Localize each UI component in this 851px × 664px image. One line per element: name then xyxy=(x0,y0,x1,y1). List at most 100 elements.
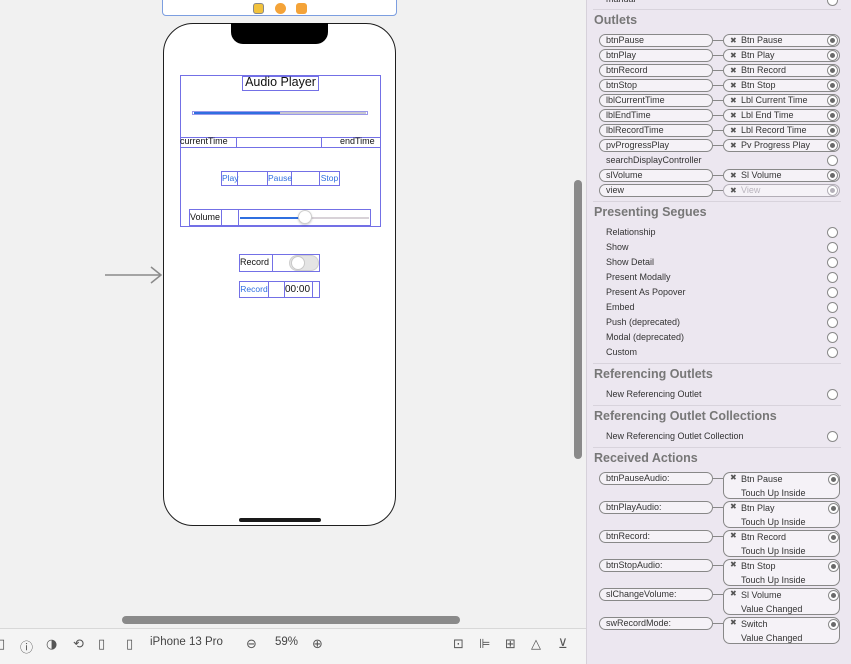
connection-circle-icon[interactable] xyxy=(828,561,839,572)
outlet-target[interactable]: ✖ Lbl Current Time xyxy=(723,94,840,107)
remove-connection-icon[interactable]: ✖ xyxy=(730,80,737,91)
remove-connection-icon[interactable]: ✖ xyxy=(730,589,737,598)
resolve-issues-icon[interactable]: △ xyxy=(531,637,541,652)
device-icon[interactable]: ▯ xyxy=(126,637,133,652)
connection-circle-icon[interactable] xyxy=(827,155,838,166)
connection-circle-icon[interactable] xyxy=(827,347,838,358)
zoom-in-icon[interactable]: ⊕ xyxy=(312,637,323,652)
device-name[interactable]: iPhone 13 Pro xyxy=(150,636,223,648)
connection-circle-icon[interactable] xyxy=(827,317,838,328)
action-target[interactable]: ✖ Btn Stop Touch Up Inside xyxy=(723,559,840,586)
iphone-scene[interactable]: Audio Player currentTime endTime Play Pa… xyxy=(163,23,396,526)
record-button[interactable]: Record xyxy=(239,281,269,298)
connection-circle-icon[interactable] xyxy=(827,431,838,442)
connection-circle-icon[interactable] xyxy=(827,125,838,136)
remove-connection-icon[interactable]: ✖ xyxy=(730,35,737,46)
orientation-icon[interactable]: ⟲ xyxy=(73,637,84,652)
outlet-target[interactable]: ✖ Btn Stop xyxy=(723,79,840,92)
connection-circle-icon[interactable] xyxy=(827,227,838,238)
remove-connection-icon[interactable]: ✖ xyxy=(730,618,737,627)
connection-circle-icon[interactable] xyxy=(827,332,838,343)
connection-circle-icon[interactable] xyxy=(828,532,839,543)
action-name[interactable]: btnRecord: xyxy=(599,530,713,543)
connection-circle-icon[interactable] xyxy=(827,80,838,91)
remove-connection-icon[interactable]: ✖ xyxy=(730,170,737,181)
storyboard-canvas[interactable]: Audio Player currentTime endTime Play Pa… xyxy=(0,0,586,664)
connection-circle-icon[interactable] xyxy=(827,287,838,298)
remove-connection-icon[interactable]: ✖ xyxy=(730,473,737,482)
remove-connection-icon[interactable]: ✖ xyxy=(730,125,737,136)
remove-connection-icon[interactable]: ✖ xyxy=(730,110,737,121)
connection-circle-icon[interactable] xyxy=(827,65,838,76)
outlet-name[interactable]: pvProgressPlay xyxy=(599,139,713,152)
first-responder-icon[interactable] xyxy=(275,3,286,14)
remove-connection-icon[interactable]: ✖ xyxy=(730,560,737,569)
exit-icon[interactable] xyxy=(296,3,307,14)
update-frames-icon[interactable]: ⊡ xyxy=(453,637,464,652)
play-button[interactable]: Play xyxy=(221,171,239,186)
connection-circle-icon[interactable] xyxy=(828,619,839,630)
connection-circle-icon[interactable] xyxy=(827,302,838,313)
remove-connection-icon[interactable]: ✖ xyxy=(730,95,737,106)
action-target[interactable]: ✖ Sl Volume Value Changed xyxy=(723,588,840,615)
outlet-target[interactable]: ✖ Lbl Record Time xyxy=(723,124,840,137)
connection-circle-icon[interactable] xyxy=(827,257,838,268)
outlet-target[interactable]: ✖ Sl Volume xyxy=(723,169,840,182)
outlet-name[interactable]: slVolume xyxy=(599,169,713,182)
outlet-name[interactable]: btnPlay xyxy=(599,49,713,62)
action-target[interactable]: ✖ Btn Pause Touch Up Inside xyxy=(723,472,840,499)
stop-button[interactable]: Stop xyxy=(319,171,340,186)
align-icon[interactable]: ⊫ xyxy=(479,637,490,652)
truncated-top-circle[interactable] xyxy=(827,0,838,6)
connection-circle-icon[interactable] xyxy=(827,50,838,61)
remove-connection-icon[interactable]: ✖ xyxy=(730,185,737,196)
remove-connection-icon[interactable]: ✖ xyxy=(730,65,737,76)
appearance-icon[interactable]: ◑ xyxy=(46,637,57,652)
zoom-out-icon[interactable]: ⊖ xyxy=(246,637,257,652)
size-class-icon[interactable]: ▯ xyxy=(98,637,105,652)
outlet-name[interactable]: lblRecordTime xyxy=(599,124,713,137)
action-name[interactable]: btnPauseAudio: xyxy=(599,472,713,485)
outlet-target[interactable]: ✖ View xyxy=(723,184,840,197)
accessibility-icon[interactable]: ⓘ xyxy=(20,637,33,656)
outlet-name[interactable]: lblEndTime xyxy=(599,109,713,122)
pause-button[interactable]: Pause xyxy=(267,171,292,186)
remove-connection-icon[interactable]: ✖ xyxy=(730,140,737,151)
action-target[interactable]: ✖ Btn Play Touch Up Inside xyxy=(723,501,840,528)
record-mode-switch[interactable] xyxy=(289,255,319,271)
embed-in-icon[interactable]: ⊻ xyxy=(558,637,568,652)
outlet-target[interactable]: ✖ Btn Pause xyxy=(723,34,840,47)
outlet-target[interactable]: ✖ Btn Record xyxy=(723,64,840,77)
action-name[interactable]: btnStopAudio: xyxy=(599,559,713,572)
volume-slider-thumb[interactable] xyxy=(297,210,312,224)
connection-circle-icon[interactable] xyxy=(827,272,838,283)
remove-connection-icon[interactable]: ✖ xyxy=(730,531,737,540)
outlet-target[interactable]: ✖ Pv Progress Play xyxy=(723,139,840,152)
connection-circle-icon[interactable] xyxy=(828,590,839,601)
view-controller-icon[interactable] xyxy=(253,3,264,14)
outlet-name[interactable]: btnPause xyxy=(599,34,713,47)
outlet-target[interactable]: ✖ Btn Play xyxy=(723,49,840,62)
connection-circle-icon[interactable] xyxy=(827,95,838,106)
document-outline-icon[interactable]: ▯ xyxy=(0,637,5,652)
connection-circle-icon[interactable] xyxy=(827,389,838,400)
connection-circle-icon[interactable] xyxy=(827,185,838,196)
remove-connection-icon[interactable]: ✖ xyxy=(730,502,737,511)
action-name[interactable]: btnPlayAudio: xyxy=(599,501,713,514)
add-constraints-icon[interactable]: ⊞ xyxy=(505,637,516,652)
connection-circle-icon[interactable] xyxy=(827,35,838,46)
connection-circle-icon[interactable] xyxy=(827,170,838,181)
zoom-level[interactable]: 59% xyxy=(275,636,298,648)
outlet-name[interactable]: btnRecord xyxy=(599,64,713,77)
connection-circle-icon[interactable] xyxy=(828,474,839,485)
action-name[interactable]: slChangeVolume: xyxy=(599,588,713,601)
outlet-target[interactable]: ✖ Lbl End Time xyxy=(723,109,840,122)
outlet-name[interactable]: view xyxy=(599,184,713,197)
remove-connection-icon[interactable]: ✖ xyxy=(730,50,737,61)
horizontal-scrollbar[interactable] xyxy=(122,616,460,624)
action-name[interactable]: swRecordMode: xyxy=(599,617,713,630)
action-target[interactable]: ✖ Switch Value Changed xyxy=(723,617,840,644)
outlet-name[interactable]: btnStop xyxy=(599,79,713,92)
connection-circle-icon[interactable] xyxy=(827,140,838,151)
outlet-name[interactable]: lblCurrentTime xyxy=(599,94,713,107)
